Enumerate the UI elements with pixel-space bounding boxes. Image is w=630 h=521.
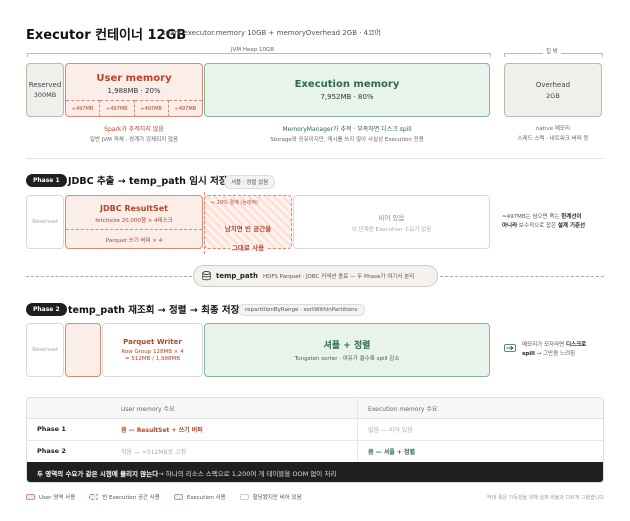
phase1-badge: Phase 1 [26, 174, 67, 187]
user-memory-block: User memory 1,988MB · 20% ≈497MB ≈497MB … [65, 63, 203, 117]
legend-item: Execution 사용 [173, 493, 226, 501]
summary-table: User memory 수요 Execution memory 수요 Phase… [26, 397, 604, 483]
col-header-user: User memory 수요 [121, 406, 175, 413]
temp-path-name: temp_path [216, 272, 258, 280]
phase2-badge: Phase 2 [26, 303, 67, 316]
phase-separator-right [440, 276, 604, 277]
temp-path-pill: temp_path HDFS Parquet · JDBC 커넥션 종료 — 두… [193, 265, 438, 287]
phase2-writer-fill [65, 323, 101, 377]
table-header: User memory 수요 Execution memory 수요 [27, 398, 603, 419]
phase1-side-note: ≈497MB는 넘으면 죽는 한계선이 아니라 보수적으로 잡은 설계 기준선 [502, 214, 586, 229]
phase2-exec-block: 셔플 + 정렬 Tungsten sorter · 여유가 클수록 spill … [204, 323, 490, 377]
legend-swatch-overflow [89, 494, 99, 500]
phase1-overflow-block: ← 20% 경계 (논리적) 남치면 빈 공간을 그대로 사용 [204, 195, 292, 252]
legend-item: 할당됐지만 비어 있음 [239, 493, 302, 501]
phase1-empty-exec: 비어 있음 이 단계엔 Execution 수요가 없음 [293, 195, 490, 249]
phase1-title: JDBC 추출 → temp_path 임시 저장 [68, 176, 228, 187]
legend-swatch-empty [239, 494, 249, 500]
phase2-title: temp_path 재조회 → 정렬 → 최종 저장 [68, 305, 240, 316]
user-note: Spark가 추적하지 않음 일반 JVM 객체 · 경계가 강제되지 않음 [89, 126, 179, 143]
col-header-exec: Execution memory 수요 [368, 406, 438, 413]
phase2-writer-block: Parquet Writer Row Group 128MB × 4 = 512… [102, 323, 203, 377]
resultset-title: JDBC ResultSet [100, 204, 168, 213]
user-slot: ≈497MB [100, 100, 135, 117]
parquet-buffer: Parquet 쓰기 버퍼 × 4 [66, 229, 202, 249]
reserved-title: Reserved [28, 81, 62, 89]
overflow-text: 남치면 빈 공간을 그대로 사용 [222, 225, 274, 252]
phase2-tag: repartitionByRange · sortWithinPartition… [238, 304, 365, 316]
phase-separator-left [26, 276, 192, 277]
database-icon [202, 271, 211, 281]
overhead-block: Overhead 2GB [504, 63, 602, 117]
phase1-resultset-block: JDBC ResultSet fetchsize 20,000행 × 4태스크 … [65, 195, 203, 249]
page-subtitle: spark.executor.memory 10GB + memoryOverh… [162, 29, 382, 37]
legend-swatch-exec [173, 494, 183, 500]
user-slot: ≈497MB [168, 100, 202, 117]
boundary-line [204, 192, 205, 254]
shuffle-sort-title: 셔플 + 정렬 [323, 341, 371, 351]
writer-title: Parquet Writer [123, 338, 182, 346]
user-memory-title: User memory [96, 73, 172, 84]
overhead-title: Overhead [535, 80, 571, 89]
table-footer: 두 영역의 수요가 같은 시점에 몰리지 않는다 → 하나의 리소스 스펙으로 … [27, 462, 603, 482]
execution-memory-block: Execution memory 7,952MB · 80% [204, 63, 490, 117]
phase2-side-note: 메모리가 모자라면 디스크로 spill → 그만큼 느려짐 [522, 342, 587, 357]
divider [26, 158, 604, 159]
overhead-note: native 메모리 스레드 스택 · 네트워크 버퍼 등 [517, 126, 589, 142]
phase1-reserved: Reserved [26, 195, 64, 249]
phase2-reserved: Reserved [26, 323, 64, 377]
boundary-label: ← 20% 경계 (논리적) [211, 200, 258, 206]
user-slot-row: ≈497MB ≈497MB ≈497MB ≈497MB [66, 100, 202, 117]
legend-item: User 영역 사용 [26, 493, 75, 501]
phase1-tag: 셔플 · 정렬 없음 [224, 175, 276, 189]
heap-label: JVM Heap 10GB [228, 47, 278, 53]
exec-note: MemoryManager가 추적 · 부족하면 디스크 spill Stora… [270, 126, 424, 143]
table-row: Phase 1 큼 — ResultSet + 쓰기 버퍼 없음 — 비어 있음 [27, 419, 603, 441]
legend-item: 빈 Execution 공간 사용 [89, 493, 160, 501]
heap-brace [27, 53, 490, 54]
user-slot: ≈497MB [66, 100, 101, 117]
spill-arrow-icon [504, 344, 516, 352]
overhead-value: 2GB [546, 91, 560, 100]
execution-memory-value: 7,952MB · 80% [320, 93, 374, 101]
reserved-value: 300MB [33, 91, 57, 99]
offheap-label: 힙 밖 [543, 47, 561, 55]
legend-note: 막대 폭은 가독성을 위해 실제 비율과 다르게 그렸습니다 [487, 495, 604, 501]
temp-path-desc: HDFS Parquet · JDBC 커넥션 종료 — 두 Phase가 여기… [262, 274, 415, 280]
execution-memory-title: Execution memory [294, 79, 400, 90]
user-slot: ≈497MB [134, 100, 169, 117]
legend-swatch-user [26, 494, 35, 500]
resultset-sub: fetchsize 20,000행 × 4태스크 [95, 218, 173, 224]
user-memory-value: 1,988MB · 20% [107, 87, 161, 95]
reserved-block: Reserved 300MB [26, 63, 64, 117]
legend: User 영역 사용 빈 Execution 공간 사용 Execution 사… [26, 493, 302, 501]
table-column-divider [357, 398, 358, 463]
table-row: Phase 2 작음 — ≈512MB로 고정 큼 — 셔플 + 정렬 [37, 447, 415, 456]
